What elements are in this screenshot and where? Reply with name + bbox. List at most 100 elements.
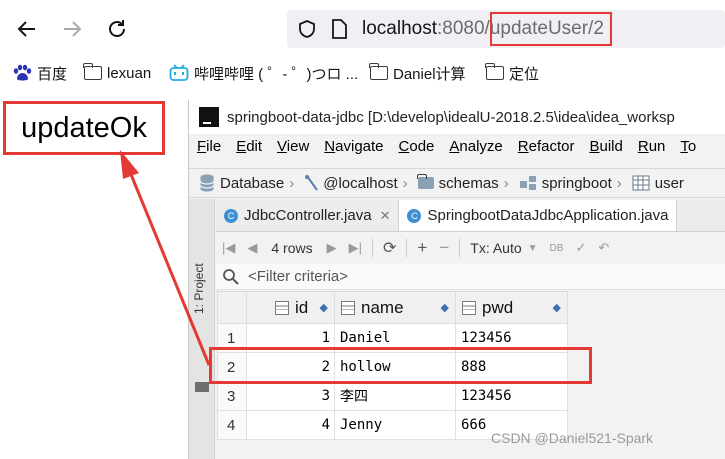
crumb-user[interactable]: user bbox=[632, 175, 684, 192]
last-page-icon[interactable]: ▶| bbox=[349, 240, 362, 256]
folder-icon bbox=[417, 174, 434, 189]
editor-tabs: C JdbcController.java ✕ C SpringbootData… bbox=[216, 200, 725, 232]
menu-build[interactable]: Build bbox=[589, 138, 622, 164]
cell-id[interactable]: 3 bbox=[246, 381, 335, 411]
response-text: updateOk bbox=[21, 111, 147, 144]
crumb-label: springboot bbox=[541, 174, 612, 192]
tab-springboot-app[interactable]: C SpringbootDataJdbcApplication.java bbox=[399, 200, 678, 231]
menu-tools[interactable]: To bbox=[680, 138, 696, 164]
next-page-icon[interactable]: ▶ bbox=[327, 240, 337, 256]
chevron-down-icon[interactable]: ▼ bbox=[528, 243, 538, 254]
back-button[interactable] bbox=[12, 14, 42, 44]
project-tool-label: 1: Project bbox=[192, 263, 206, 314]
row-number-header bbox=[217, 291, 247, 324]
data-toolbar: |◀ ◀ 4 rows ▶ ▶| ⟳ + − Tx: Auto ▼ DB ✓ ↶ bbox=[216, 233, 725, 263]
table-header-row: id ◆ name ◆ pwd ◆ bbox=[217, 291, 568, 324]
breadcrumb: Database › @localhost › schemas › springboo… bbox=[189, 168, 725, 198]
bookmark-lexuan[interactable]: lexuan bbox=[83, 62, 152, 84]
cell-pwd[interactable]: 123456 bbox=[455, 381, 568, 411]
baidu-paw-icon bbox=[13, 64, 32, 81]
rollback-icon[interactable]: ↶ bbox=[598, 240, 609, 256]
reload-button[interactable] bbox=[102, 14, 132, 44]
column-header-id[interactable]: id ◆ bbox=[246, 291, 335, 324]
bookmark-label: 定位 bbox=[509, 65, 540, 83]
updated-row-highlight bbox=[209, 347, 592, 384]
tracking-protection-icon[interactable] bbox=[297, 19, 317, 39]
sort-icon[interactable]: ◆ bbox=[553, 301, 561, 314]
tab-label: JdbcController.java bbox=[244, 207, 372, 224]
menu-edit[interactable]: Edit bbox=[236, 138, 262, 164]
menu-view[interactable]: View bbox=[277, 138, 309, 164]
reload-icon bbox=[109, 20, 125, 37]
close-icon[interactable]: ✕ bbox=[380, 208, 391, 224]
bookmark-baidu[interactable]: 百度 bbox=[12, 62, 67, 84]
sort-icon[interactable]: ◆ bbox=[320, 301, 328, 314]
folder-icon bbox=[83, 63, 102, 80]
crumb-localhost[interactable]: @localhost › bbox=[304, 174, 408, 192]
menu-analyze[interactable]: Analyze bbox=[449, 138, 502, 164]
page-info-icon[interactable] bbox=[330, 19, 348, 39]
cell-name[interactable]: 李四 bbox=[334, 381, 456, 411]
bookmark-label: 哔哩哔哩 ( ゜- ゜)つロ ... bbox=[194, 65, 359, 83]
crumb-springboot[interactable]: springboot › bbox=[519, 175, 622, 192]
ide-menubar: File Edit View Navigate Code Analyze Ref… bbox=[189, 138, 703, 164]
column-header-pwd[interactable]: pwd ◆ bbox=[455, 291, 568, 324]
tx-mode-select[interactable]: Tx: Auto bbox=[470, 240, 521, 256]
row-count: 4 rows bbox=[271, 240, 313, 256]
menu-navigate[interactable]: Navigate bbox=[324, 138, 383, 164]
project-tool-window-stripe[interactable]: 1: Project bbox=[189, 199, 215, 459]
class-icon: C bbox=[224, 208, 238, 223]
bookmark-bilibili[interactable]: 哔哩哔哩 ( ゜- ゜)つロ ... bbox=[169, 62, 358, 84]
crumb-database[interactable]: Database › bbox=[199, 174, 294, 192]
arrow-left-icon bbox=[17, 21, 35, 37]
url-path-highlight bbox=[490, 12, 612, 46]
crumb-label: Database bbox=[220, 174, 285, 192]
crumb-label: user bbox=[654, 174, 684, 192]
crumb-label: schemas bbox=[438, 174, 499, 192]
bookmark-location[interactable]: 定位 bbox=[485, 62, 540, 84]
add-row-icon[interactable]: + bbox=[417, 238, 427, 258]
intellij-logo-icon bbox=[199, 107, 219, 127]
delete-row-icon[interactable]: − bbox=[439, 238, 449, 258]
connection-icon bbox=[305, 175, 319, 191]
schema-icon bbox=[519, 176, 536, 190]
commit-icon[interactable]: ✓ bbox=[575, 240, 586, 256]
submit-db-icon[interactable]: DB bbox=[550, 243, 564, 254]
ide-title-bar: springboot-data-jdbc [D:\develop\idealU-… bbox=[189, 100, 725, 134]
watermark: CSDN @Daniel521-Spark bbox=[491, 430, 654, 446]
folder-icon bbox=[369, 63, 388, 80]
ide-window: springboot-data-jdbc [D:\develop\idealU-… bbox=[188, 100, 725, 459]
tab-label: SpringbootDataJdbcApplication.java bbox=[427, 207, 669, 224]
url-port: :8080/ bbox=[437, 18, 490, 39]
bookmark-label: lexuan bbox=[107, 64, 152, 82]
column-header-name[interactable]: name ◆ bbox=[334, 291, 456, 324]
menu-code[interactable]: Code bbox=[399, 138, 435, 164]
refresh-icon[interactable]: ⟳ bbox=[383, 238, 396, 258]
cell-id[interactable]: 4 bbox=[246, 410, 335, 440]
first-page-icon[interactable]: |◀ bbox=[222, 240, 235, 256]
forward-button[interactable] bbox=[57, 14, 87, 44]
filter-bar[interactable]: <Filter criteria> bbox=[216, 264, 725, 290]
folder-icon bbox=[485, 63, 504, 80]
url-host: localhost bbox=[362, 18, 437, 39]
menu-run[interactable]: Run bbox=[638, 138, 666, 164]
menu-file[interactable]: File bbox=[197, 138, 221, 164]
row-number: 3 bbox=[217, 381, 247, 411]
bookmark-label: 百度 bbox=[37, 65, 68, 83]
bookmark-label: Daniel计算 bbox=[393, 65, 466, 83]
tab-jdbc-controller[interactable]: C JdbcController.java ✕ bbox=[216, 200, 400, 231]
filter-input: <Filter criteria> bbox=[248, 268, 349, 285]
class-icon: C bbox=[407, 208, 422, 223]
crumb-schemas[interactable]: schemas › bbox=[417, 174, 509, 192]
previous-page-icon[interactable]: ◀ bbox=[247, 240, 257, 256]
bilibili-tv-icon bbox=[169, 64, 189, 81]
menu-refactor[interactable]: Refactor bbox=[518, 138, 575, 164]
primary-key-column-icon bbox=[275, 300, 289, 315]
column-icon bbox=[462, 300, 476, 315]
cell-name[interactable]: Jenny bbox=[334, 410, 456, 440]
database-icon bbox=[200, 174, 214, 192]
bookmark-daniel[interactable]: Daniel计算 bbox=[369, 62, 466, 84]
sort-icon[interactable]: ◆ bbox=[441, 301, 449, 314]
row-number: 4 bbox=[217, 410, 247, 440]
table-row[interactable]: 3 3 李四 123456 bbox=[217, 381, 568, 411]
